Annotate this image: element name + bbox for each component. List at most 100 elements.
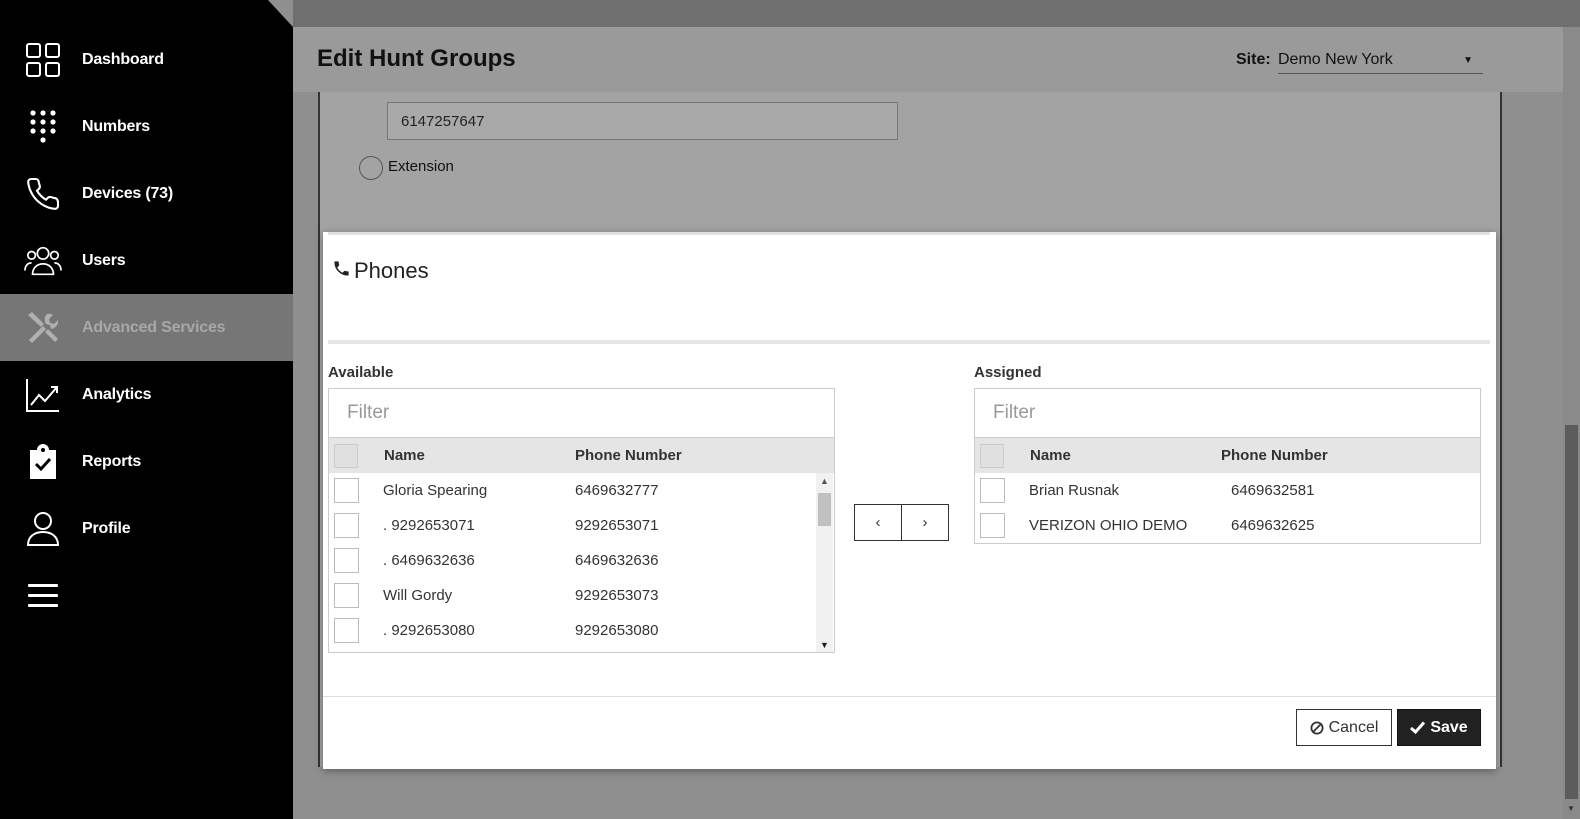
assigned-list: Filter Name Phone Number Brian Rusnak 64… [974,388,1481,544]
analytics-icon [24,376,62,414]
sidebar-item-reports[interactable]: Reports [0,428,293,495]
cancel-button[interactable]: Cancel [1296,709,1392,746]
table-row[interactable]: Will Gordy 9292653073 [329,578,834,613]
sidebar-item-label: Reports [82,452,142,470]
sidebar-item-label: Analytics [82,385,152,403]
sidebar-item-analytics[interactable]: Analytics [0,361,293,428]
page-scrollbar[interactable]: ▼ [1563,27,1580,819]
table-row[interactable]: Gloria Spearing 6469632777 [329,473,834,508]
scroll-up-icon[interactable]: ▲ [820,476,829,486]
table-row[interactable]: . 6469632636 6469632636 [329,543,834,578]
table-row[interactable]: VERIZON OHIO DEMO 6469632625 [975,508,1480,543]
sidebar-item-users[interactable]: Users [0,227,293,294]
page-header: Edit Hunt Groups Site: Demo New York ▼ [293,27,1563,92]
keypad-icon [24,108,62,146]
table-row[interactable]: . 9292653080 9292653080 [329,613,834,648]
users-icon [24,242,62,280]
row-phone: 6469632581 [1231,482,1315,499]
modal-title: Phones [332,258,429,284]
chevron-left-icon: ‹ [875,514,881,531]
cancel-button-label: Cancel [1328,718,1379,736]
check-icon [1410,721,1426,734]
scrollbar-thumb[interactable] [1565,425,1578,799]
row-checkbox[interactable] [980,513,1005,538]
scrollbar-thumb[interactable] [818,493,831,526]
select-all-checkbox[interactable] [980,444,1004,468]
column-header-name[interactable]: Name [384,447,425,464]
available-table-header: Name Phone Number [329,438,834,473]
divider [328,340,1490,344]
available-list-scrollbar[interactable]: ▲ ▼ [816,473,833,652]
sidebar-item-label: Users [82,251,126,269]
available-filter-input[interactable]: Filter [329,389,834,438]
move-left-button[interactable]: ‹ [854,504,902,541]
row-phone: 9292653073 [575,587,659,604]
reports-icon [24,443,62,481]
select-all-checkbox[interactable] [334,444,358,468]
save-button[interactable]: Save [1397,709,1481,746]
page-title: Edit Hunt Groups [317,45,516,72]
available-table-body: Gloria Spearing 6469632777 . 9292653071 … [329,473,834,652]
sidebar: Dashboard Numbers Devices (73) Users Adv… [0,0,293,819]
divider [323,696,1496,697]
row-name: VERIZON OHIO DEMO [1029,517,1188,534]
save-button-label: Save [1430,718,1468,736]
extension-radio[interactable] [359,156,383,180]
sidebar-item-label: Devices (73) [82,184,173,202]
site-select-value: Demo New York [1278,51,1393,68]
available-label: Available [328,364,394,381]
sidebar-item-label: Dashboard [82,50,164,68]
extension-radio-label: Extension [388,158,454,175]
sidebar-item-profile[interactable]: Profile [0,495,293,562]
row-name: Gloria Spearing [383,482,488,499]
scroll-down-icon[interactable]: ▼ [820,640,829,650]
number-field[interactable]: 6147257647 [387,102,898,140]
column-header-phone[interactable]: Phone Number [1221,447,1328,464]
dashboard-icon [24,41,62,79]
row-name: Brian Rusnak [1029,482,1120,499]
modal-title-text: Phones [354,258,429,283]
site-label: Site: [1236,51,1271,68]
chevron-down-icon: ▼ [1463,55,1473,66]
ban-icon [1310,721,1324,735]
assigned-label: Assigned [974,364,1042,381]
assigned-filter-input[interactable]: Filter [975,389,1480,438]
row-phone: 9292653071 [575,517,659,534]
top-bar [293,0,1580,27]
row-name: . 6469632636 [383,552,475,569]
sidebar-item-label: Profile [82,519,131,537]
row-checkbox[interactable] [980,478,1005,503]
menu-icon [24,577,62,615]
available-list: Filter Name Phone Number Gloria Spearing… [328,388,835,653]
chevron-right-icon: › [922,514,928,531]
site-select[interactable]: Demo New York ▼ [1278,45,1483,74]
row-phone: 6469632625 [1231,517,1315,534]
row-name: . 9292653080 [383,622,475,639]
row-name: Will Gordy [383,587,453,604]
sidebar-corner [268,0,293,27]
column-header-name[interactable]: Name [1030,447,1071,464]
scroll-down-icon[interactable]: ▼ [1567,804,1575,813]
sidebar-item-advanced-services[interactable]: Advanced Services [0,294,293,361]
sidebar-menu-toggle[interactable] [0,562,293,629]
move-right-button[interactable]: › [901,504,949,541]
row-checkbox[interactable] [334,478,359,503]
divider [328,232,1490,235]
phone-icon [24,175,62,213]
sidebar-item-devices[interactable]: Devices (73) [0,160,293,227]
phone-icon [332,258,351,284]
row-checkbox[interactable] [334,583,359,608]
phones-modal: Phones Available Filter Name Phone Numbe… [323,232,1496,769]
row-checkbox[interactable] [334,618,359,643]
sidebar-item-dashboard[interactable]: Dashboard [0,26,293,93]
table-row[interactable]: Brian Rusnak 6469632581 [975,473,1480,508]
row-name: . 9292653071 [383,517,475,534]
sidebar-item-numbers[interactable]: Numbers [0,93,293,160]
row-checkbox[interactable] [334,513,359,538]
tools-icon [24,309,62,347]
table-row[interactable]: . 9292653071 9292653071 [329,508,834,543]
profile-icon [24,510,62,548]
row-checkbox[interactable] [334,548,359,573]
column-header-phone[interactable]: Phone Number [575,447,682,464]
sidebar-item-label: Numbers [82,117,150,135]
